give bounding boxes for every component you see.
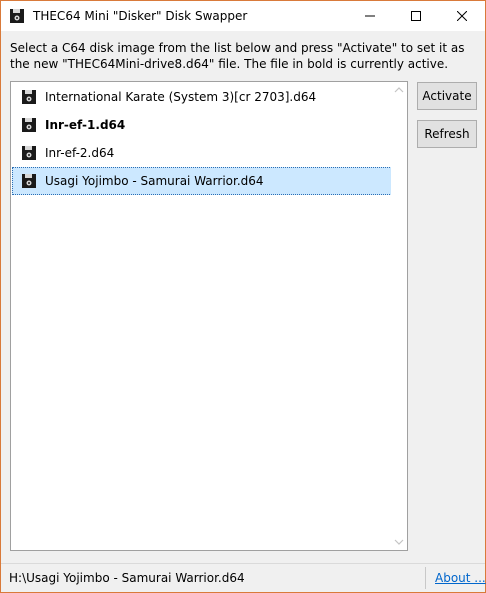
floppy-disk-icon (21, 89, 37, 105)
floppy-disk-icon (21, 117, 37, 133)
activate-button[interactable]: Activate (417, 82, 477, 110)
instructions-text: Select a C64 disk image from the list be… (10, 41, 465, 71)
refresh-button[interactable]: Refresh (417, 120, 477, 148)
vertical-scrollbar[interactable] (391, 82, 407, 550)
list-item-label: International Karate (System 3)[cr 2703]… (45, 90, 317, 104)
maximize-icon (411, 11, 421, 21)
status-path: H:\Usagi Yojimbo - Samurai Warrior.d64 (9, 571, 245, 585)
scroll-down-arrow-icon[interactable] (394, 538, 404, 546)
close-button[interactable] (439, 1, 485, 31)
title-bar[interactable]: THEC64 Mini "Disker" Disk Swapper (1, 1, 485, 31)
status-divider (425, 567, 426, 589)
list-item[interactable]: Inr-ef-1.d64 (12, 111, 392, 139)
close-icon (457, 11, 467, 21)
main-panel: Select a C64 disk image from the list be… (1, 31, 485, 563)
minimize-button[interactable] (347, 1, 393, 31)
maximize-button[interactable] (393, 1, 439, 31)
list-item-label-active: Inr-ef-1.d64 (45, 118, 126, 132)
list-item-label: Usagi Yojimbo - Samurai Warrior.d64 (45, 174, 264, 188)
list-item-selected[interactable]: Usagi Yojimbo - Samurai Warrior.d64 (12, 167, 392, 195)
floppy-disk-icon (21, 145, 37, 161)
list-item-label: Inr-ef-2.d64 (45, 146, 115, 160)
window-title: THEC64 Mini "Disker" Disk Swapper (33, 9, 248, 23)
disk-image-list[interactable]: International Karate (System 3)[cr 2703]… (10, 81, 408, 551)
floppy-disk-icon (21, 173, 37, 189)
list-item[interactable]: International Karate (System 3)[cr 2703]… (12, 83, 392, 111)
minimize-icon (365, 15, 375, 17)
floppy-disk-icon (9, 8, 25, 24)
list-item[interactable]: Inr-ef-2.d64 (12, 139, 392, 167)
status-bar: H:\Usagi Yojimbo - Samurai Warrior.d64 A… (1, 563, 486, 592)
about-link[interactable]: About ... (435, 571, 486, 585)
app-window: THEC64 Mini "Disker" Disk Swapper Select… (0, 0, 486, 593)
scroll-up-arrow-icon[interactable] (394, 86, 404, 94)
